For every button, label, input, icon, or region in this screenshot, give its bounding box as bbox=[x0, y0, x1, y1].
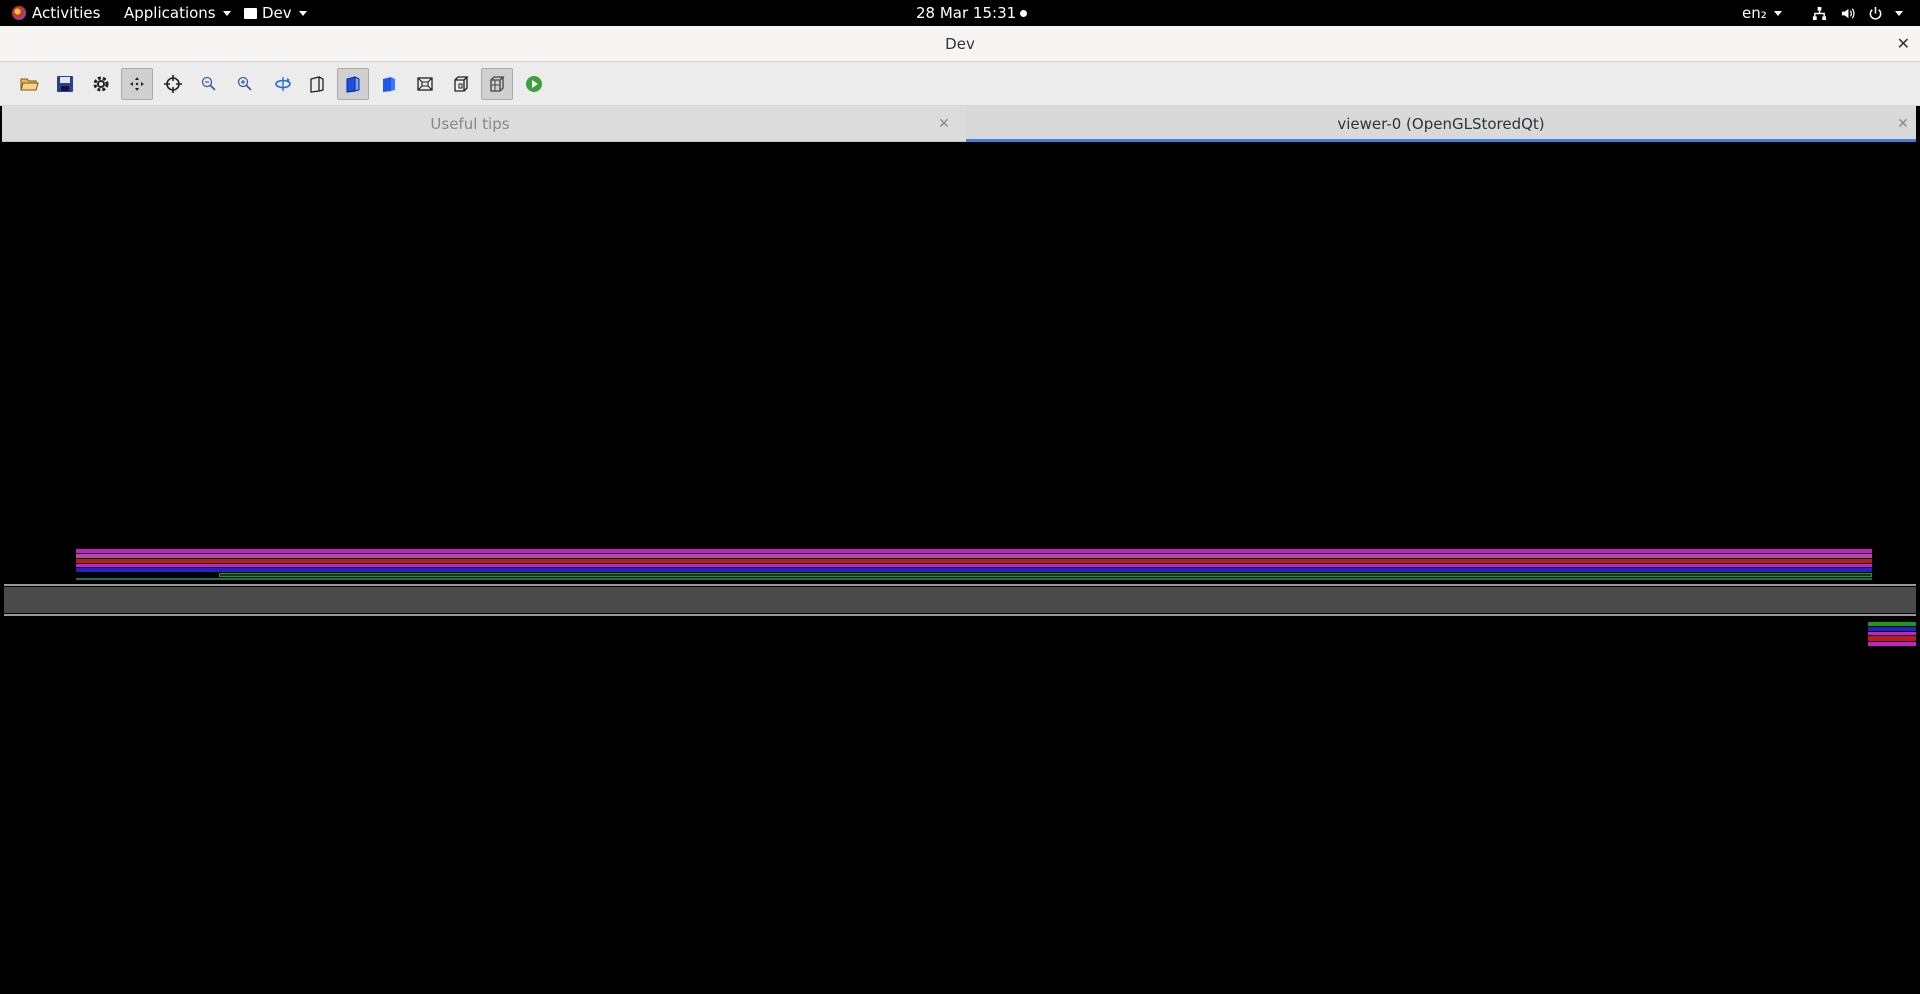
zoom-in-button[interactable] bbox=[229, 68, 261, 100]
scene-strip-red bbox=[76, 559, 1872, 563]
top-bar: Activities Applications Dev 28 Mar 15:31… bbox=[0, 0, 1920, 26]
save-button[interactable] bbox=[49, 68, 81, 100]
solid-icon bbox=[346, 76, 360, 93]
chevron-down-icon bbox=[298, 10, 307, 16]
toolbar bbox=[0, 62, 1920, 106]
wireframe-button[interactable] bbox=[301, 68, 333, 100]
keyboard-layout-menu[interactable]: en₂ bbox=[1742, 0, 1782, 26]
scene-strip-blue-right bbox=[1868, 627, 1916, 631]
solid-blue-button[interactable] bbox=[373, 68, 405, 100]
settings-button[interactable] bbox=[85, 68, 117, 100]
pan-button[interactable] bbox=[121, 68, 153, 100]
tab-viewer-0-close-button[interactable]: ✕ bbox=[1895, 106, 1911, 142]
scene-strip-pink bbox=[76, 554, 1872, 558]
solid-button[interactable] bbox=[337, 68, 369, 100]
zoom-in-icon bbox=[237, 76, 252, 91]
save-icon bbox=[57, 76, 73, 92]
clock[interactable]: 28 Mar 15:31 bbox=[916, 0, 1028, 26]
ortho-button[interactable] bbox=[445, 68, 477, 100]
wireframe-icon bbox=[310, 76, 324, 93]
scene-strip-green-right bbox=[1868, 622, 1916, 626]
run-icon bbox=[526, 76, 542, 92]
zoom-out-icon bbox=[201, 76, 216, 91]
open-button[interactable] bbox=[13, 68, 45, 100]
scene-strip-magenta-right bbox=[1868, 632, 1916, 635]
opengl-viewer[interactable] bbox=[4, 144, 1916, 990]
window-title-bar: Dev ✕ bbox=[0, 26, 1920, 62]
window-title: Dev bbox=[945, 35, 975, 53]
scene-band-edge-bottom bbox=[4, 614, 1916, 616]
chevron-down-icon bbox=[1773, 10, 1782, 16]
pick-button[interactable] bbox=[157, 68, 189, 100]
app-menu[interactable]: Dev bbox=[244, 0, 307, 26]
perspective-button[interactable] bbox=[409, 68, 441, 100]
activities-button[interactable]: Activities bbox=[12, 0, 100, 26]
tab-useful-tips-close-button[interactable]: ✕ bbox=[936, 106, 952, 142]
tab-bar: Useful tips ✕ viewer-0 (OpenGLStoredQt) … bbox=[2, 106, 1916, 142]
gear-icon bbox=[93, 76, 109, 92]
tab-viewer-0[interactable]: viewer-0 (OpenGLStoredQt) bbox=[966, 106, 1916, 142]
move-icon bbox=[130, 77, 144, 91]
run-button[interactable] bbox=[518, 68, 550, 100]
window-close-button[interactable]: ✕ bbox=[1897, 26, 1910, 62]
window-icon bbox=[244, 7, 257, 19]
box-view-button[interactable] bbox=[481, 68, 513, 100]
scene-strip-blue bbox=[76, 568, 1872, 572]
scene-strip-magenta-top bbox=[76, 549, 1872, 553]
scene-gray-band bbox=[4, 587, 1916, 613]
applications-label: Applications bbox=[124, 4, 216, 22]
activities-label: Activities bbox=[32, 4, 101, 22]
chevron-down-icon bbox=[222, 10, 231, 16]
zoom-out-button[interactable] bbox=[193, 68, 225, 100]
crosshair-icon bbox=[164, 75, 182, 93]
solid-blue-icon bbox=[383, 77, 395, 92]
rotate-button[interactable] bbox=[267, 68, 299, 100]
scene-strip-magenta bbox=[76, 564, 1872, 567]
tab-useful-tips[interactable]: Useful tips bbox=[2, 106, 938, 142]
clock-label: 28 Mar 15:31 bbox=[916, 4, 1017, 22]
app-menu-label: Dev bbox=[262, 4, 292, 22]
scene-strip-teal bbox=[76, 578, 1872, 580]
notification-dot-icon bbox=[1020, 9, 1028, 17]
box-view-icon bbox=[490, 76, 505, 92]
network-icon[interactable] bbox=[1812, 6, 1827, 21]
open-icon bbox=[20, 78, 39, 91]
perspective-icon bbox=[417, 77, 433, 91]
system-menu-chevron-icon[interactable] bbox=[1895, 11, 1903, 16]
activities-icon bbox=[12, 6, 26, 20]
applications-menu[interactable]: Applications bbox=[124, 0, 231, 26]
scene-band-edge-top bbox=[4, 584, 1916, 586]
volume-icon[interactable] bbox=[1840, 6, 1855, 21]
ortho-icon bbox=[454, 76, 469, 92]
keyboard-layout-label: en₂ bbox=[1742, 4, 1767, 22]
power-icon[interactable] bbox=[1868, 6, 1883, 21]
scene-strip-red-right bbox=[1868, 636, 1916, 641]
scene-strip-green bbox=[219, 573, 1872, 577]
scene-strip-magenta-right-bottom bbox=[1868, 642, 1916, 646]
rotate-icon bbox=[275, 77, 291, 91]
